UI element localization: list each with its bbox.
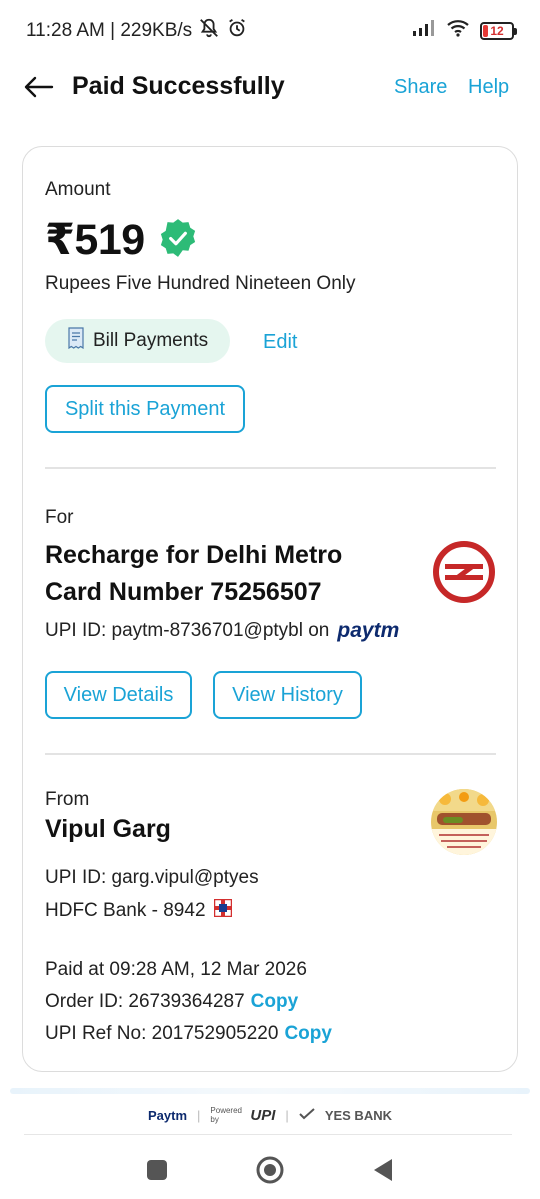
payee-title-line1: Recharge for Delhi Metro (45, 541, 343, 569)
section-divider (45, 753, 496, 755)
notifications-muted-icon (198, 17, 220, 45)
receipt-card: Amount ₹519 Rupees Five Hundred Nineteen… (22, 146, 518, 1072)
battery-icon: 12 (480, 22, 517, 40)
back-button[interactable] (22, 72, 56, 102)
view-details-button[interactable]: View Details (45, 671, 192, 719)
battery-level (483, 25, 488, 37)
footer-divider (24, 1134, 512, 1135)
signal-icon (412, 19, 436, 43)
footer-paytm: Paytm (147, 1107, 188, 1123)
edit-category-button[interactable]: Edit (263, 331, 297, 354)
footer-powered-by: Powered by (210, 1106, 242, 1124)
recents-button[interactable] (137, 1150, 177, 1190)
order-id: Order ID: 26739364287 (45, 991, 245, 1012)
back-triangle-icon (374, 1158, 393, 1181)
payer-name: Vipul Garg (45, 815, 171, 843)
payment-receipt-screen: 11:28 AM | 229KB/s 12 Paid Successfully … (0, 0, 540, 1199)
paid-at: Paid at 09:28 AM, 12 Mar 2026 (45, 959, 307, 980)
back-arrow-icon (24, 76, 54, 98)
payee-upi-row: UPI ID: paytm-8736701@ptybl on paytm (45, 619, 399, 643)
avatar[interactable] (431, 789, 497, 855)
system-nav-bar (0, 1140, 540, 1199)
battery-percent: 12 (490, 24, 504, 38)
paytm-logo: paytm (337, 619, 400, 642)
amount-label: Amount (45, 179, 111, 200)
footer-upi: UPI (250, 1106, 276, 1124)
next-card-peek (10, 1088, 530, 1094)
payer-label: From (45, 789, 90, 810)
upi-ref-row: UPI Ref No: 201752905220 Copy (45, 1023, 332, 1045)
help-button[interactable]: Help (468, 76, 509, 99)
category-pill[interactable]: Bill Payments (45, 319, 231, 363)
footer-separator: | (197, 1107, 201, 1123)
order-id-row: Order ID: 26739364287 Copy (45, 991, 298, 1013)
payee-label: For (45, 507, 74, 528)
split-payment-button[interactable]: Split this Payment (45, 385, 245, 433)
alarm-icon (226, 17, 248, 45)
amount-value: ₹519 (45, 216, 145, 264)
copy-order-id-button[interactable]: Copy (251, 991, 299, 1012)
amount-in-words: Rupees Five Hundred Nineteen Only (45, 273, 356, 294)
page-title: Paid Successfully (72, 72, 285, 100)
home-button[interactable] (250, 1150, 290, 1190)
payer-bank: HDFC Bank - 8942 (45, 900, 206, 921)
status-right: 12 (412, 19, 517, 43)
verified-check-icon (157, 217, 199, 264)
payee-upi-id: UPI ID: paytm-8736701@ptybl on (45, 620, 330, 641)
amount-row: ₹519 (45, 215, 199, 265)
app-header: Paid Successfully Share Help (0, 62, 540, 112)
recents-square-icon (146, 1159, 167, 1180)
payer-bank-row: HDFC Bank - 8942 (45, 898, 232, 923)
status-bar: 11:28 AM | 229KB/s 12 (0, 0, 540, 62)
footer-bank: YES BANK (324, 1107, 392, 1123)
copy-upi-ref-button[interactable]: Copy (284, 1023, 332, 1044)
payer-upi-id: UPI ID: garg.vipul@ptyes (45, 867, 259, 888)
wifi-icon (446, 19, 470, 43)
footer-separator: | (285, 1107, 289, 1123)
status-time-speed: 11:28 AM | 229KB/s (26, 20, 193, 41)
section-divider (45, 467, 496, 469)
view-history-button[interactable]: View History (213, 671, 362, 719)
bill-receipt-icon (67, 327, 85, 355)
delhi-metro-logo-icon (431, 539, 497, 610)
payee-title: Recharge for Delhi Metro Card Number 752… (45, 537, 342, 611)
share-button[interactable]: Share (394, 76, 447, 99)
payee-title-line2: Card Number 75256507 (45, 578, 322, 606)
back-nav-button[interactable] (363, 1150, 403, 1190)
yes-bank-check-icon (299, 1107, 315, 1123)
home-circle-icon (256, 1156, 284, 1183)
hdfc-bank-icon (213, 898, 232, 923)
upi-ref-number: UPI Ref No: 201752905220 (45, 1023, 279, 1044)
footer-branding: Paytm | Powered by UPI | YES BANK (0, 1100, 540, 1130)
status-left: 11:28 AM | 229KB/s (26, 17, 248, 45)
category-label: Bill Payments (93, 330, 209, 351)
